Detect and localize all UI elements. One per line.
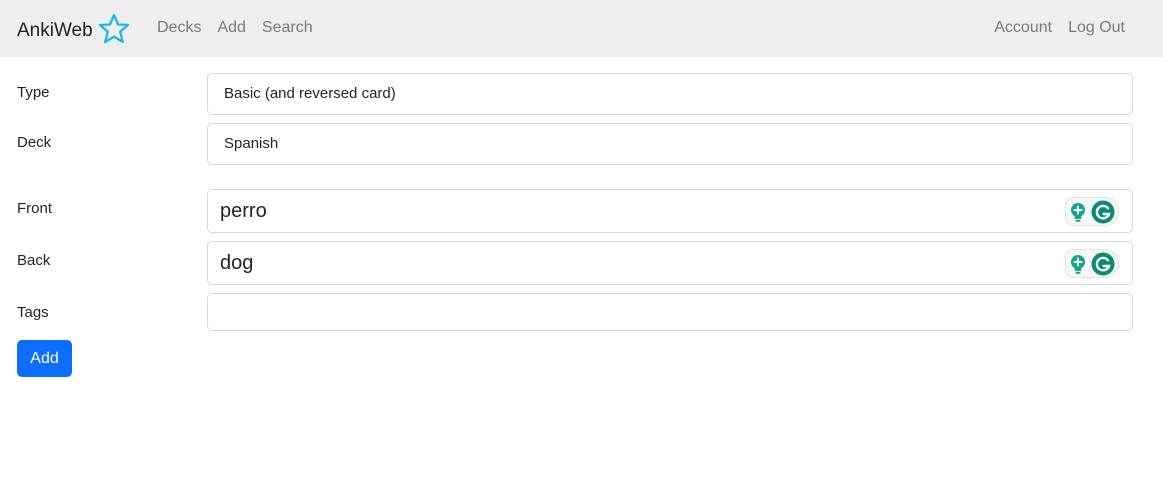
grammarly-widget-back[interactable] (1065, 249, 1119, 278)
nav-main: Decks Add Search (157, 18, 313, 38)
back-field[interactable]: dog (207, 241, 1133, 285)
front-field[interactable]: perro (207, 189, 1133, 233)
nav-logout[interactable]: Log Out (1068, 18, 1125, 38)
nav-account[interactable]: Account (994, 18, 1052, 38)
lightbulb-icon[interactable] (1067, 201, 1089, 223)
type-label: Type (17, 84, 50, 101)
nav-decks[interactable]: Decks (157, 18, 201, 38)
back-field-text: dog (220, 252, 254, 274)
front-field-text: perro (220, 200, 267, 222)
type-select[interactable]: Basic (and reversed card) (207, 73, 1133, 115)
deck-select[interactable]: Spanish (207, 123, 1133, 165)
brand-link[interactable]: AnkiWeb (17, 13, 131, 46)
back-label: Back (17, 252, 51, 269)
nav-user: Account Log Out (994, 18, 1125, 38)
tags-label: Tags (17, 304, 49, 321)
nav-add[interactable]: Add (217, 18, 245, 38)
grammarly-widget-front[interactable] (1065, 197, 1119, 226)
lightbulb-icon[interactable] (1067, 253, 1089, 275)
star-logo-icon (98, 13, 129, 44)
navbar: AnkiWeb Decks Add Search Account Log Out (0, 0, 1163, 57)
deck-label: Deck (17, 134, 52, 151)
add-button[interactable]: Add (17, 340, 72, 377)
brand-name: AnkiWeb (17, 20, 93, 41)
grammarly-icon[interactable] (1091, 252, 1115, 276)
nav-search[interactable]: Search (262, 18, 313, 38)
grammarly-icon[interactable] (1091, 200, 1115, 224)
front-label: Front (17, 200, 53, 217)
tags-input[interactable] (207, 293, 1133, 331)
